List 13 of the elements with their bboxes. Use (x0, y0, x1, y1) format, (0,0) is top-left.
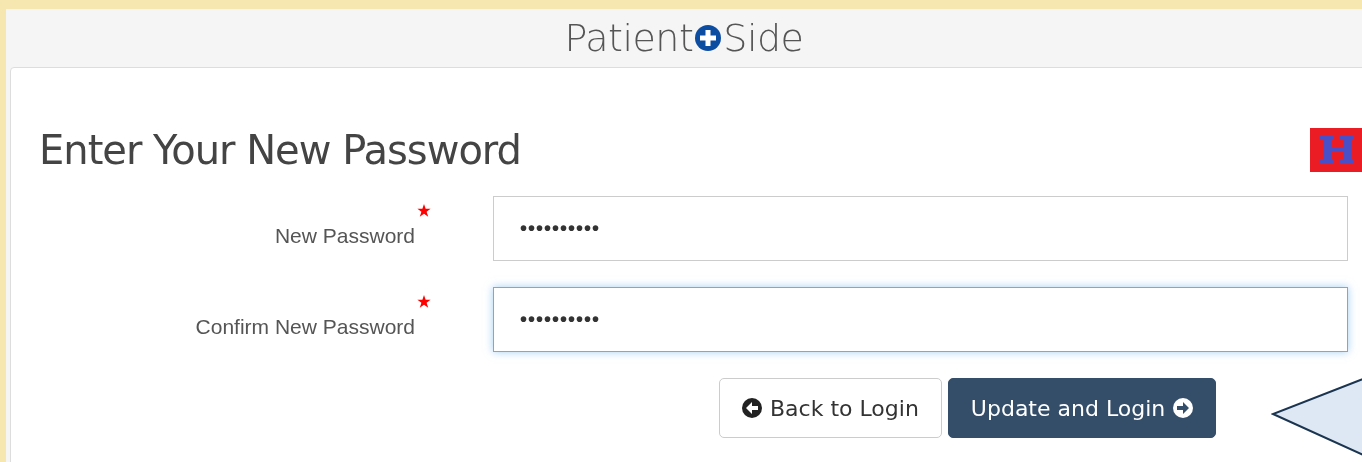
arrow-right-icon (1173, 398, 1194, 418)
password-field[interactable]: •••••••••• (493, 287, 1348, 352)
page-title: Enter Your New Password (39, 126, 521, 174)
field-label: New Password (274, 223, 415, 247)
password-field[interactable]: •••••••••• (493, 196, 1348, 261)
field-label: Confirm New Password (195, 314, 415, 338)
arrow-left-icon (742, 398, 762, 418)
submit-button[interactable]: Update and Login (947, 378, 1217, 438)
back-button[interactable]: Back to Login (719, 378, 942, 438)
plus-icon (694, 24, 723, 52)
hospital-logo-icon (1310, 128, 1362, 172)
brand-name: Patient (564, 14, 694, 62)
brand-name: Side (723, 14, 804, 62)
